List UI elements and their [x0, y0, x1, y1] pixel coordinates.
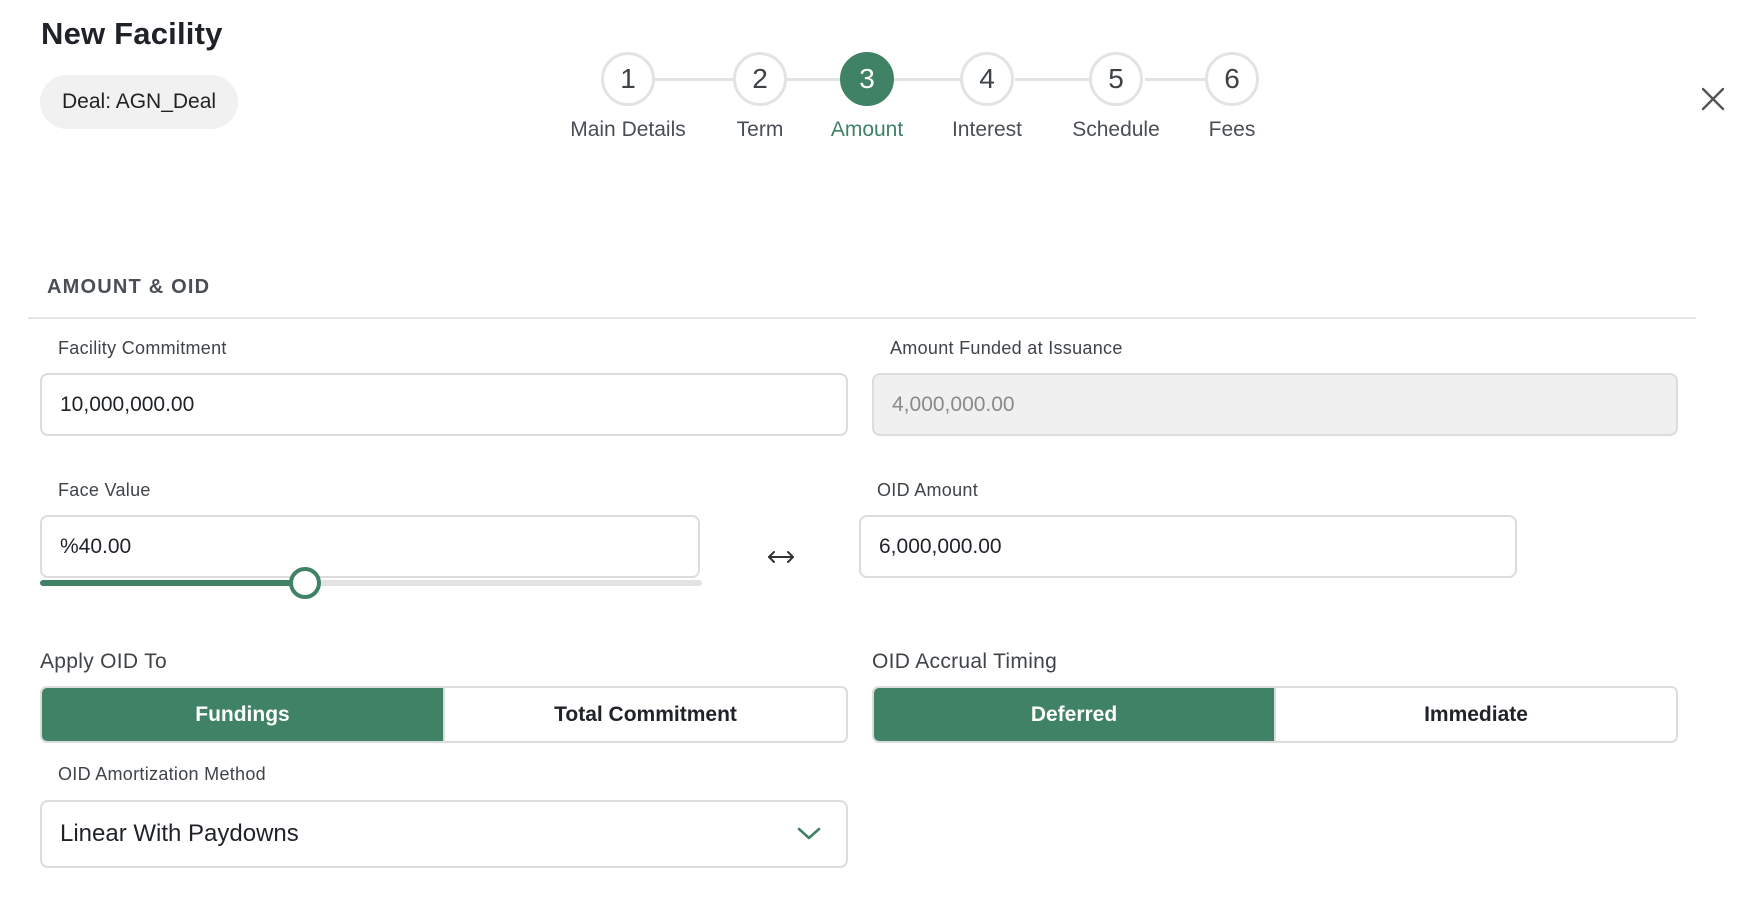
apply-oid-to-toggle: Fundings Total Commitment: [40, 686, 848, 743]
face-value-input[interactable]: [40, 515, 700, 578]
step-number: 2: [733, 52, 787, 106]
oid-accrual-timing-label: OID Accrual Timing: [872, 650, 1058, 673]
amount-funded-input: [872, 373, 1678, 436]
oid-amount-input[interactable]: [859, 515, 1517, 578]
apply-oid-to-label: Apply OID To: [40, 650, 167, 673]
apply-oid-total-commitment-option[interactable]: Total Commitment: [443, 688, 846, 741]
oid-amortization-label: OID Amortization Method: [58, 764, 266, 784]
slider-thumb[interactable]: [288, 567, 321, 599]
chevron-down-icon: [797, 827, 821, 840]
new-facility-dialog: New Facility Deal: AGN_Deal 1 Main Detai…: [0, 0, 1744, 902]
accrual-deferred-option[interactable]: Deferred: [874, 688, 1274, 741]
face-value-label: Face Value: [58, 480, 151, 500]
select-value: Linear With Paydowns: [60, 820, 299, 847]
face-value-slider[interactable]: [40, 567, 702, 599]
oid-amortization-select[interactable]: Linear With Paydowns: [40, 800, 848, 868]
step-number: 1: [601, 52, 655, 106]
page-title: New Facility: [41, 16, 223, 51]
section-title: AMOUNT & OID: [47, 276, 211, 298]
accrual-immediate-option[interactable]: Immediate: [1274, 688, 1676, 741]
oid-accrual-timing-toggle: Deferred Immediate: [872, 686, 1678, 743]
facility-commitment-input[interactable]: [40, 373, 848, 436]
swap-horizontal-icon[interactable]: [764, 540, 798, 574]
facility-commitment-label: Facility Commitment: [58, 338, 227, 358]
section-divider: [28, 317, 1696, 319]
step-number: 4: [960, 52, 1014, 106]
slider-fill: [40, 580, 305, 586]
step-number: 3: [840, 52, 894, 106]
step-number: 6: [1205, 52, 1259, 106]
amount-funded-label: Amount Funded at Issuance: [890, 338, 1123, 358]
apply-oid-fundings-option[interactable]: Fundings: [42, 688, 443, 741]
oid-amount-label: OID Amount: [877, 480, 979, 500]
stepper: 1 Main Details 2 Term 3 Amount 4 Interes…: [0, 52, 1744, 152]
step-fees[interactable]: 6 Fees: [1152, 52, 1312, 142]
step-number: 5: [1089, 52, 1143, 106]
step-label: Fees: [1208, 118, 1256, 141]
